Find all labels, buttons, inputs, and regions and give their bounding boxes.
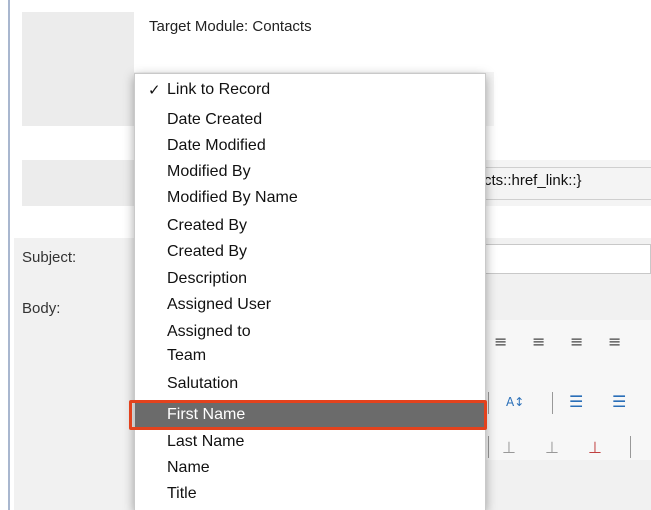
table-col-icon[interactable]: ⊥ bbox=[545, 440, 559, 456]
field-border bbox=[484, 199, 651, 200]
field-border bbox=[484, 167, 651, 168]
option-label: Created By bbox=[167, 217, 248, 234]
option-label: Date Modified bbox=[167, 137, 266, 154]
option-label: Title bbox=[167, 485, 197, 502]
dropdown-option[interactable]: Date Created bbox=[135, 108, 485, 132]
body-label: Body: bbox=[22, 300, 61, 317]
toolbar-separator bbox=[488, 392, 489, 414]
numbered-list-icon[interactable]: ☰ bbox=[612, 394, 626, 410]
toolbar-separator bbox=[630, 436, 631, 458]
option-label: Description bbox=[167, 270, 248, 287]
dropdown-option[interactable]: Team bbox=[135, 344, 485, 368]
dropdown-option[interactable]: ✓ Link to Record bbox=[135, 78, 485, 102]
option-label: Created By bbox=[167, 243, 248, 260]
toolbar-separator bbox=[488, 436, 489, 458]
toolbar-separator bbox=[552, 392, 553, 414]
bullet-list-icon[interactable]: ☰ bbox=[569, 394, 583, 410]
checkmark-icon: ✓ bbox=[148, 81, 161, 99]
option-label: Date Created bbox=[167, 111, 263, 128]
field-select-dropdown[interactable]: ✓ Link to Record Date Created Date Modif… bbox=[134, 73, 486, 510]
variable-insert-field[interactable]: cts::href_link::} bbox=[484, 172, 582, 189]
option-label: Last Name bbox=[167, 433, 245, 450]
callout-highlight-box bbox=[129, 400, 487, 430]
align-justify-icon[interactable]: ≡ bbox=[608, 334, 621, 350]
label-cell bbox=[22, 12, 134, 126]
option-label: Team bbox=[167, 347, 207, 364]
dropdown-option[interactable]: Name bbox=[135, 456, 485, 480]
color-icon[interactable]: A↕ bbox=[506, 394, 524, 410]
align-center-icon[interactable]: ≡ bbox=[532, 334, 545, 350]
align-right-icon[interactable]: ≡ bbox=[570, 334, 583, 350]
option-label: Assigned to bbox=[167, 323, 251, 340]
subject-label: Subject: bbox=[22, 249, 77, 266]
dropdown-option[interactable]: Assigned User bbox=[135, 293, 485, 317]
dropdown-option[interactable]: Last Name bbox=[135, 430, 485, 454]
dropdown-option[interactable]: Modified By Name bbox=[135, 186, 485, 210]
label-cell bbox=[22, 160, 134, 206]
dropdown-option[interactable]: Title bbox=[135, 482, 485, 506]
window-border bbox=[8, 0, 10, 510]
table-row-icon[interactable]: ⊥ bbox=[502, 440, 516, 456]
table-delete-icon[interactable]: ⊥ bbox=[588, 440, 602, 456]
option-label: Assigned User bbox=[167, 296, 272, 313]
dropdown-option[interactable]: Salutation bbox=[135, 372, 485, 396]
target-module-label: Target Module: Contacts bbox=[149, 18, 312, 35]
dropdown-option[interactable]: Description bbox=[135, 267, 485, 291]
dropdown-option[interactable]: Created By bbox=[135, 240, 485, 264]
dropdown-option[interactable]: Modified By bbox=[135, 160, 485, 184]
option-label: Link to Record bbox=[167, 81, 271, 98]
dropdown-option[interactable]: Created By bbox=[135, 214, 485, 238]
dropdown-option[interactable]: Date Modified bbox=[135, 134, 485, 158]
email-template-editor: Target Module: Contacts cts::href_link::… bbox=[0, 0, 651, 510]
option-label: Modified By Name bbox=[167, 189, 298, 206]
align-left-icon[interactable]: ≡ bbox=[494, 334, 507, 350]
dropdown-option[interactable]: Assigned to bbox=[135, 320, 485, 344]
subject-input[interactable] bbox=[484, 244, 651, 274]
option-label: Salutation bbox=[167, 375, 239, 392]
option-label: Modified By bbox=[167, 163, 251, 180]
option-label: Name bbox=[167, 459, 210, 476]
